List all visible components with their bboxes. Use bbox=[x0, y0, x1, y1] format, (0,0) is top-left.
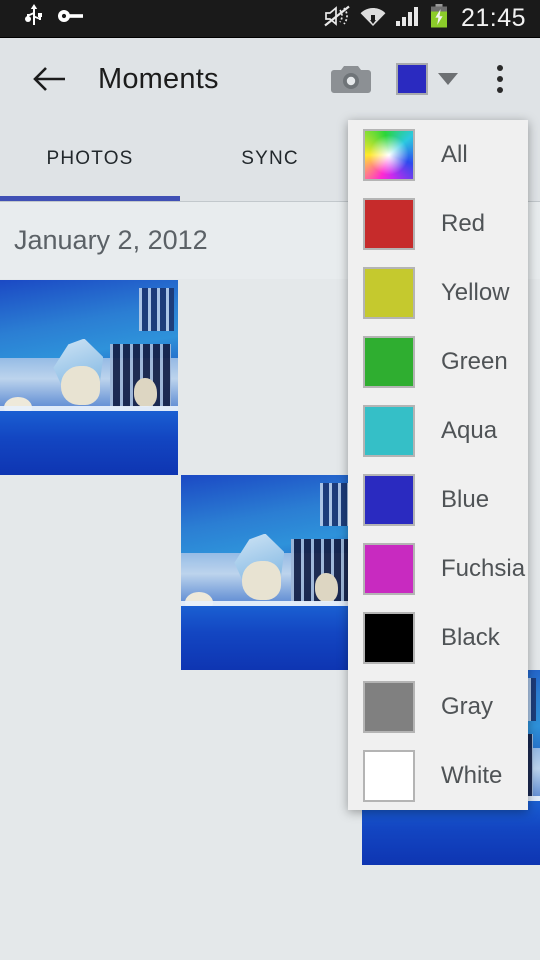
menu-item-label: Black bbox=[441, 623, 500, 651]
date-label: January 2, 2012 bbox=[14, 225, 208, 255]
battery-charging-icon bbox=[430, 4, 448, 33]
status-bar-clock: 21:45 bbox=[460, 4, 526, 32]
gray-swatch bbox=[363, 680, 415, 733]
photo-detail bbox=[241, 560, 281, 600]
menu-item-white[interactable]: White bbox=[348, 741, 528, 810]
page-title: Moments bbox=[98, 62, 219, 95]
menu-item-label: Gray bbox=[441, 692, 494, 720]
tab-photos[interactable]: PHOTOS bbox=[0, 120, 180, 198]
photo-gallery-screen: 21:45 Moments PHOTOS SYNC January 2, 201… bbox=[0, 0, 540, 960]
camera-button[interactable] bbox=[324, 52, 378, 106]
photo-tile[interactable] bbox=[181, 475, 359, 670]
chevron-down-icon bbox=[438, 73, 458, 85]
black-swatch bbox=[363, 611, 415, 664]
photo-detail bbox=[0, 410, 178, 475]
photo-detail bbox=[60, 365, 100, 405]
menu-item-label: Aqua bbox=[441, 416, 498, 444]
white-swatch bbox=[363, 749, 415, 802]
red-swatch bbox=[363, 197, 415, 250]
menu-item-all[interactable]: All bbox=[348, 120, 528, 189]
status-bar-right-icons: 21:45 bbox=[324, 4, 540, 33]
status-bar-left-icons bbox=[0, 4, 84, 33]
menu-item-label: Yellow bbox=[441, 278, 510, 306]
menu-item-yellow[interactable]: Yellow bbox=[348, 258, 528, 327]
menu-item-aqua[interactable]: Aqua bbox=[348, 396, 528, 465]
menu-item-label: White bbox=[441, 761, 503, 789]
menu-item-label: Blue bbox=[441, 485, 490, 513]
tab-sync[interactable]: SYNC bbox=[180, 120, 360, 198]
photo-detail bbox=[138, 287, 175, 331]
status-bar: 21:45 bbox=[0, 0, 540, 38]
menu-item-fuchsia[interactable]: Fuchsia bbox=[348, 534, 528, 603]
aqua-swatch bbox=[363, 404, 415, 457]
back-button[interactable] bbox=[22, 51, 78, 107]
menu-item-black[interactable]: Black bbox=[348, 603, 528, 672]
menu-item-blue[interactable]: Blue bbox=[348, 465, 528, 534]
yellow-swatch bbox=[363, 266, 415, 319]
blue-swatch bbox=[363, 473, 415, 526]
signal-icon bbox=[395, 5, 421, 32]
fuchsia-swatch bbox=[363, 542, 415, 595]
menu-item-red[interactable]: Red bbox=[348, 189, 528, 258]
color-filter-menu[interactable]: All Red Yellow Green Aqua Blue Fuchsia B… bbox=[348, 120, 528, 810]
menu-item-green[interactable]: Green bbox=[348, 327, 528, 396]
app-bar-actions bbox=[324, 51, 540, 107]
vpn-key-icon bbox=[58, 8, 84, 29]
usb-icon bbox=[24, 4, 44, 33]
overflow-dot bbox=[497, 87, 503, 93]
mute-icon bbox=[324, 5, 351, 32]
active-tab-indicator bbox=[0, 196, 180, 201]
photo-detail bbox=[133, 377, 157, 407]
photo-detail bbox=[362, 800, 540, 865]
photo-tile[interactable] bbox=[0, 280, 178, 475]
color-filter-button[interactable] bbox=[390, 57, 464, 101]
selected-color-swatch bbox=[396, 63, 428, 95]
menu-item-gray[interactable]: Gray bbox=[348, 672, 528, 741]
green-swatch bbox=[363, 335, 415, 388]
menu-item-label: Green bbox=[441, 347, 508, 375]
photo-detail bbox=[314, 572, 338, 602]
photo-detail bbox=[181, 605, 359, 670]
overflow-dot bbox=[497, 76, 503, 82]
all-colors-swatch bbox=[363, 128, 415, 181]
app-bar: Moments bbox=[0, 38, 540, 120]
menu-item-label: All bbox=[441, 140, 468, 168]
overflow-dot bbox=[497, 65, 503, 71]
overflow-menu-button[interactable] bbox=[476, 51, 524, 107]
menu-item-label: Red bbox=[441, 209, 486, 237]
wifi-icon bbox=[360, 5, 386, 32]
menu-item-label: Fuchsia bbox=[441, 554, 526, 582]
